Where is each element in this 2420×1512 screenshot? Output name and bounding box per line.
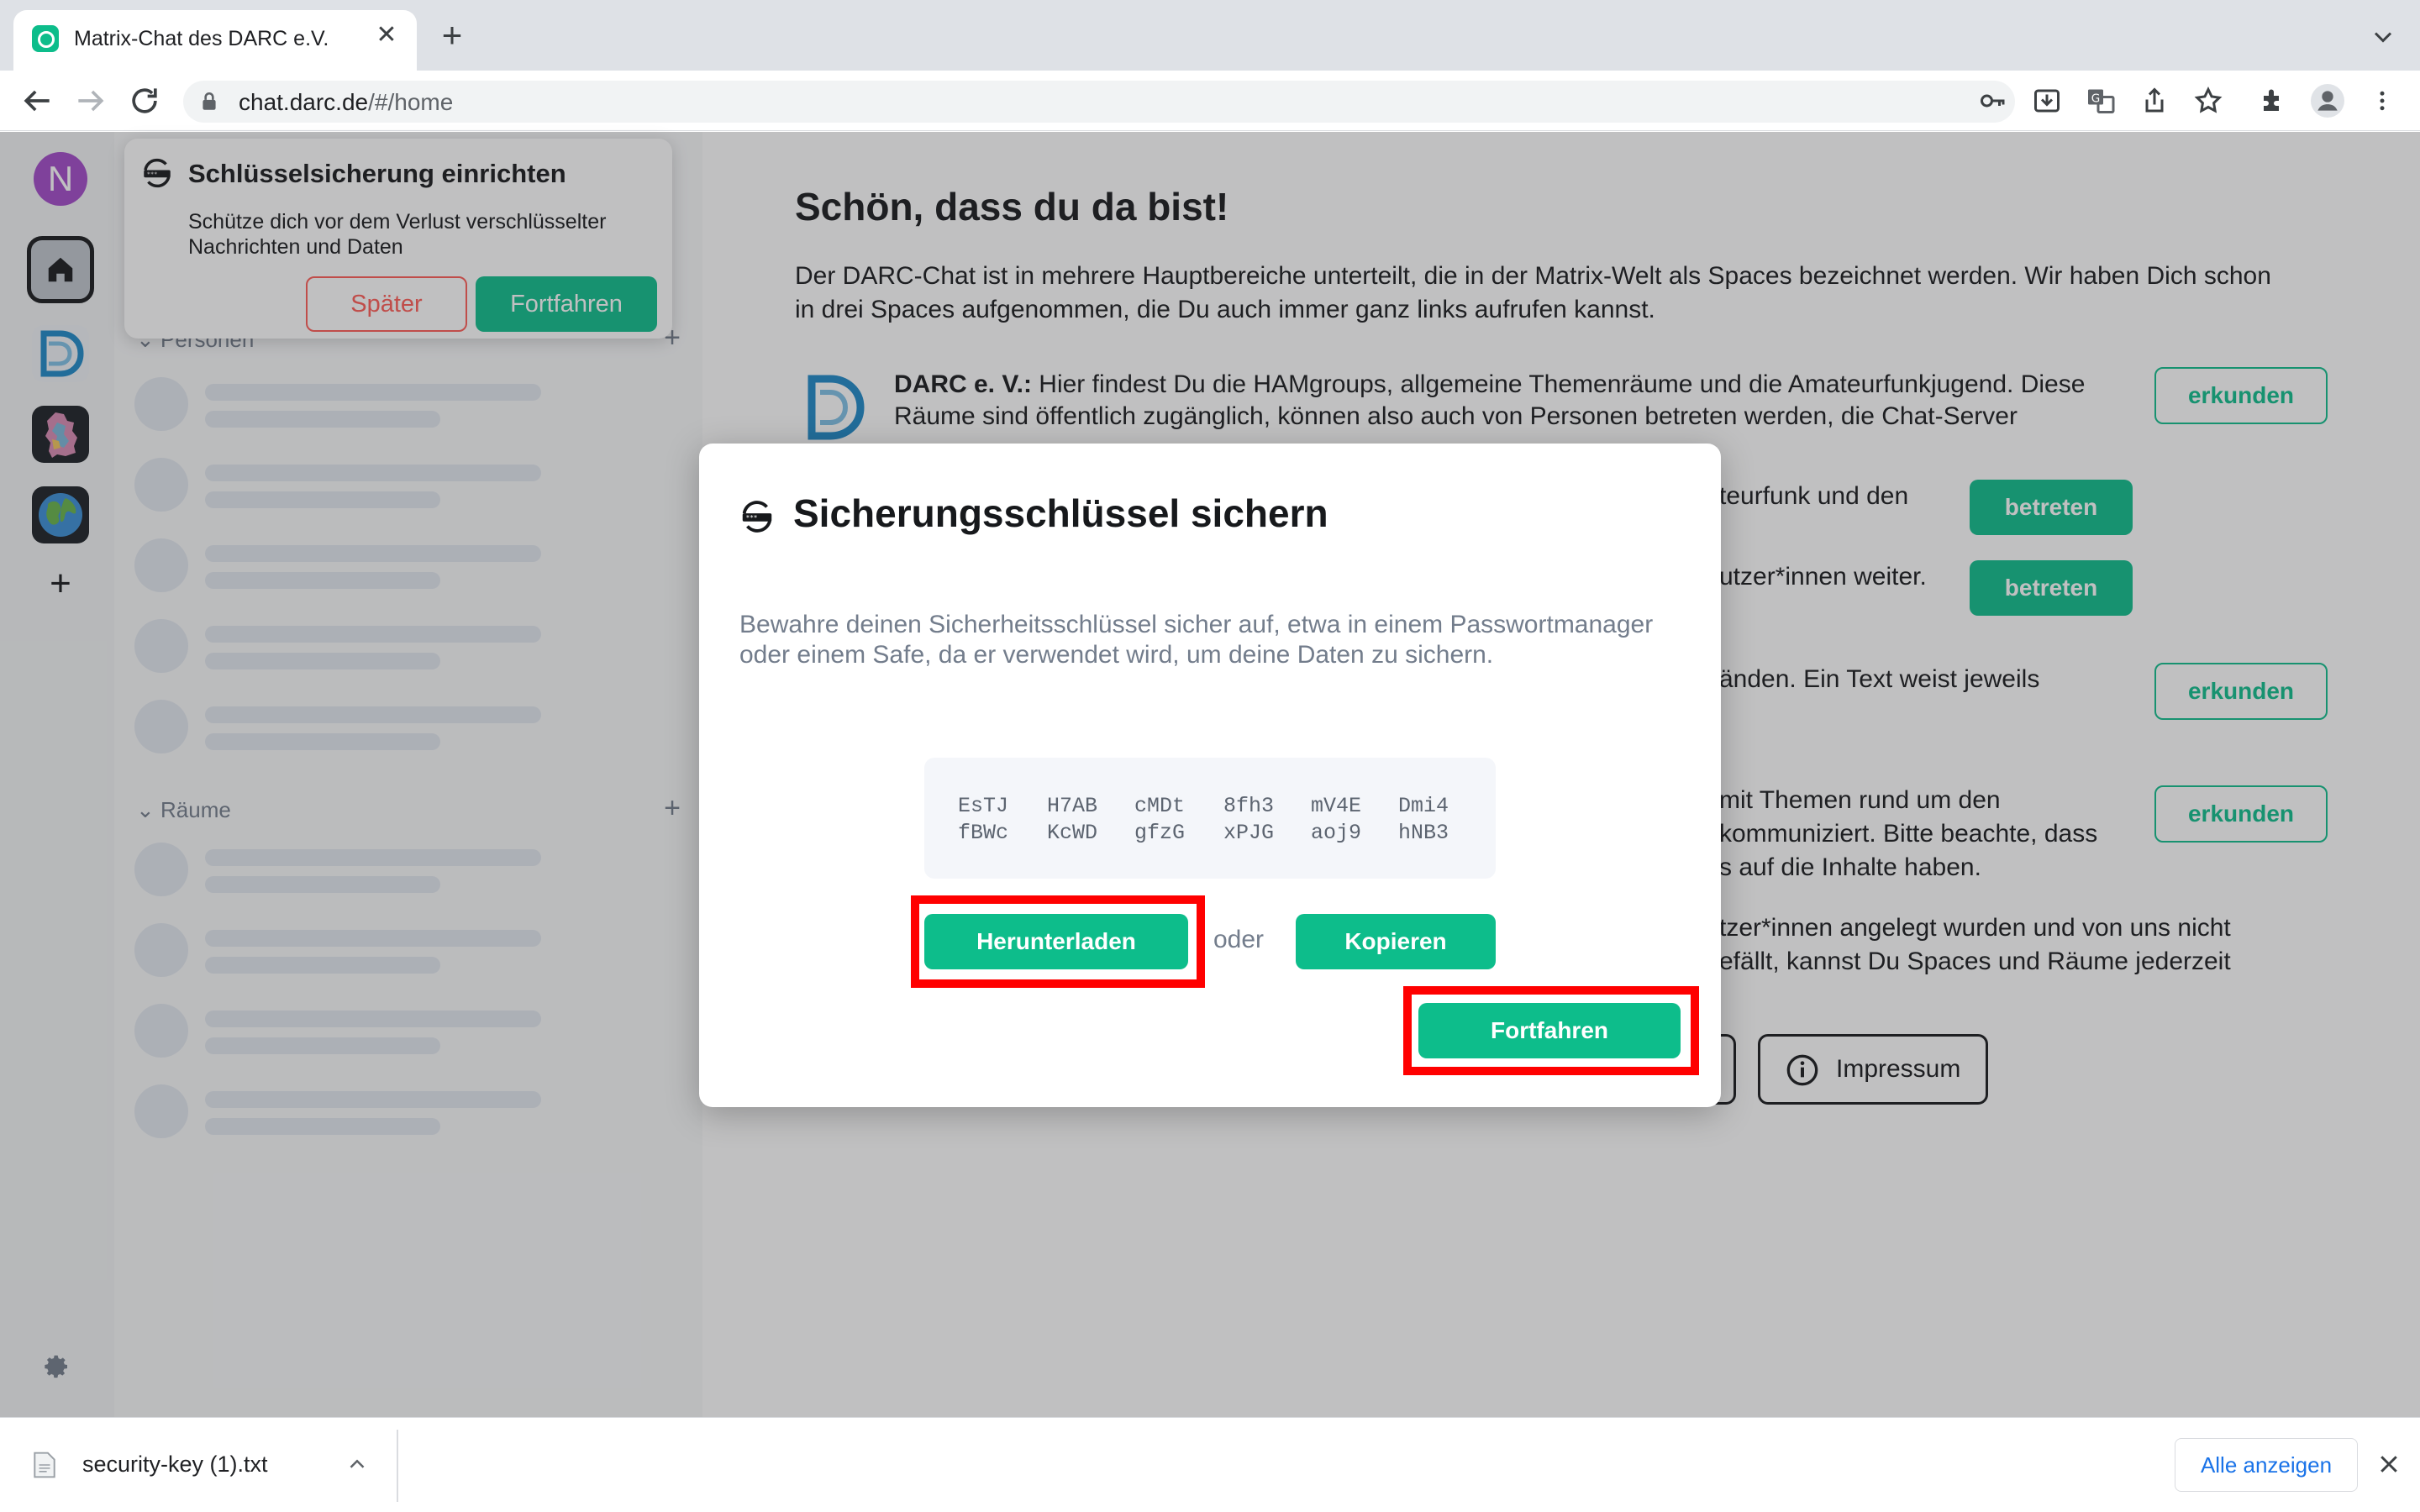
key-icon[interactable]	[997, 88, 1023, 115]
divider	[397, 1430, 398, 1502]
key-chunk: cMDt gfzG	[1134, 794, 1185, 845]
dialog-description: Bewahre deinen Sicherheitsschlüssel sich…	[739, 611, 1654, 669]
download-file-name[interactable]: security-key (1).txt	[82, 1452, 268, 1478]
key-chunk: mV4E aoj9	[1310, 794, 1361, 845]
key-chunk: EsTJ fBWc	[957, 794, 1008, 845]
security-key-dialog: *** Sicherungsschlüssel sichern Bewahre …	[699, 444, 1721, 1107]
tab-title: Matrix-Chat des DARC e.V.	[74, 27, 329, 50]
show-all-downloads-button[interactable]: Alle anzeigen	[2175, 1438, 2358, 1492]
address-bar[interactable]: chat.darc.de/#/home	[183, 81, 2015, 123]
copy-button[interactable]: Kopieren	[1296, 914, 1496, 969]
install-download-icon[interactable]	[2032, 86, 2062, 116]
download-button[interactable]: Herunterladen	[924, 914, 1188, 969]
key-chunk: Dmi4 hNB3	[1397, 794, 1449, 845]
element-favicon-icon	[32, 25, 59, 52]
browser-tabstrip: Matrix-Chat des DARC e.V. ✕ +	[0, 0, 2420, 71]
lock-icon[interactable]	[198, 91, 220, 113]
password-key-icon[interactable]	[1978, 86, 2008, 116]
security-key-box[interactable]: EsTJ fBWc H7AB KcWD cMDt gfzG 8fh3 xPJG mV4E…	[924, 758, 1496, 879]
continue-button[interactable]: Fortfahren	[1418, 1003, 1681, 1058]
tab-close-icon[interactable]: ✕	[371, 20, 402, 50]
browser-menu-icon[interactable]	[2370, 86, 2395, 116]
key-chunk: 8fh3 xPJG	[1223, 794, 1274, 845]
browser-tab[interactable]: Matrix-Chat des DARC e.V. ✕	[13, 10, 417, 71]
tab-search-chevron-icon[interactable]	[2368, 22, 2398, 52]
bookmark-star-icon[interactable]	[2193, 86, 2223, 116]
browser-toolbar: chat.darc.de/#/home G	[0, 71, 2420, 131]
svg-text:***: ***	[746, 514, 758, 522]
or-separator: oder	[1213, 926, 1265, 953]
share-icon[interactable]	[2139, 86, 2170, 116]
svg-text:G: G	[2091, 92, 2100, 106]
text-file-icon	[34, 1452, 55, 1478]
reload-button[interactable]	[126, 82, 163, 119]
forward-button[interactable]	[72, 82, 109, 119]
download-shelf: security-key (1).txt Alle anzeigen	[0, 1417, 2420, 1512]
url-text[interactable]: chat.darc.de/#/home	[239, 89, 453, 116]
close-icon[interactable]	[2376, 1452, 2402, 1477]
key-chunk: H7AB KcWD	[1046, 794, 1097, 845]
secure-backup-icon: ***	[742, 501, 772, 533]
profile-avatar-icon[interactable]	[2311, 84, 2344, 118]
back-button[interactable]	[18, 82, 55, 119]
new-tab-button[interactable]: +	[435, 18, 469, 53]
extensions-puzzle-icon[interactable]	[2259, 86, 2289, 116]
dialog-title: Sicherungsschlüssel sichern	[793, 491, 1328, 535]
chevron-up-icon[interactable]	[345, 1452, 370, 1477]
translate-icon[interactable]: G	[2086, 86, 2116, 116]
